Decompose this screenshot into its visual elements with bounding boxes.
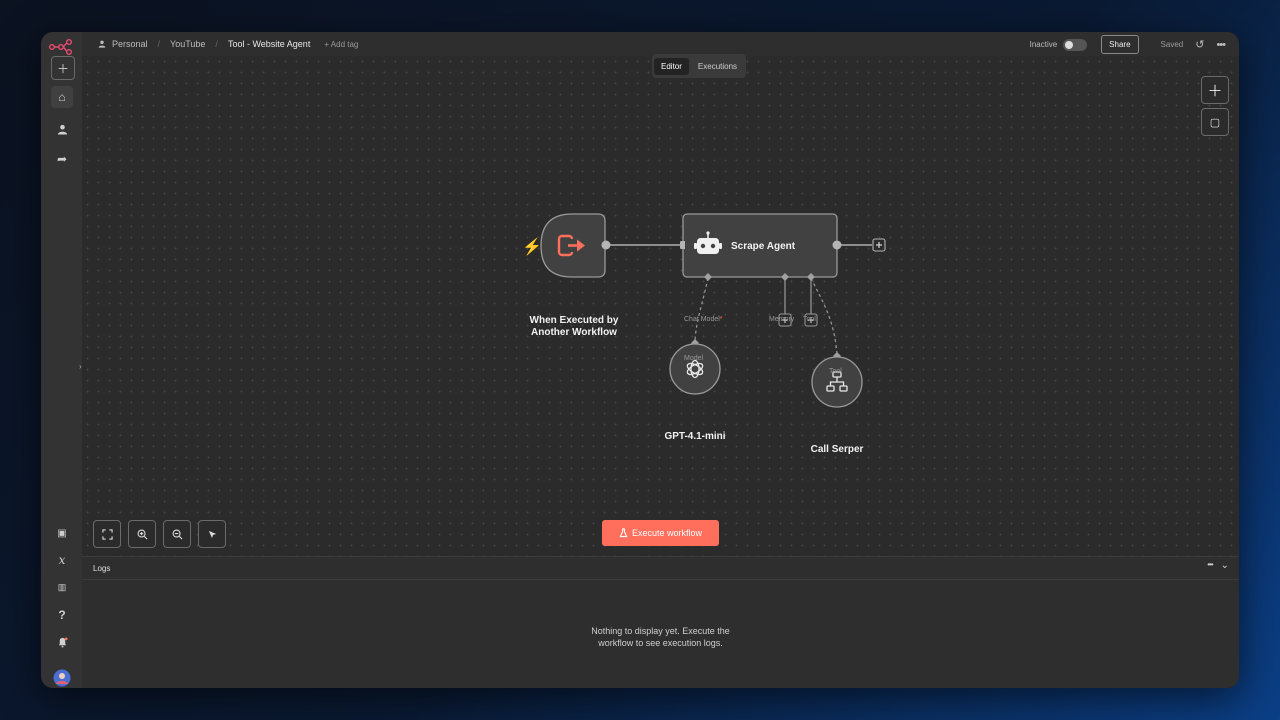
insights-icon[interactable]: ▥: [51, 576, 73, 598]
trigger-title-line2: Another Workflow: [531, 327, 617, 338]
flask-icon: [619, 528, 628, 538]
chat-model-port-label: Chat Model*: [684, 316, 723, 323]
add-tag-button[interactable]: + Add tag: [324, 40, 358, 49]
trigger-title-line1: When Executed by: [529, 315, 619, 326]
memory-port-label: Memory: [769, 316, 795, 323]
home-icon[interactable]: ⌂: [51, 86, 73, 108]
bell-icon[interactable]: [51, 631, 73, 653]
tool-node-title: Call Serper: [810, 444, 864, 455]
connection-model: [694, 277, 709, 342]
tool-node-port-label: Tool: [829, 368, 842, 375]
n8n-logo[interactable]: [49, 38, 73, 56]
more-options-icon[interactable]: •••: [1216, 39, 1226, 51]
logs-actions: ••• ⌄: [1207, 560, 1229, 571]
workflow-canvas[interactable]: Editor Executions ＋ ▢ ⚡ Scrape Agent Cha…: [82, 54, 1239, 556]
templates-icon[interactable]: ▣: [51, 522, 73, 544]
chevron-down-icon[interactable]: ⌄: [1221, 560, 1229, 571]
workflow-name[interactable]: Tool - Website Agent: [228, 39, 310, 49]
tool-port-label: Tool: [803, 316, 816, 323]
agent-title: Scrape Agent: [731, 241, 796, 252]
history-icon[interactable]: ↺: [1195, 38, 1204, 51]
share-icon[interactable]: ➦: [51, 148, 73, 170]
breadcrumb-separator: /: [157, 39, 161, 49]
breadcrumb-separator: /: [215, 39, 218, 49]
breadcrumb: Personal / YouTube / Tool - Website Agen…: [82, 39, 310, 49]
logs-empty-line2: workflow to see execution logs.: [598, 638, 723, 648]
avatar[interactable]: [51, 667, 73, 688]
app-window: ＋ ⌂ ➦ ▣ x ▥ ? › Personal / YouTube / Too…: [41, 32, 1239, 688]
breadcrumb-folder[interactable]: YouTube: [170, 39, 205, 49]
user-icon[interactable]: [51, 118, 73, 140]
trigger-output-port[interactable]: [601, 240, 611, 250]
trigger-bolt-icon: ⚡: [522, 237, 542, 256]
model-node-title: GPT-4.1-mini: [664, 431, 726, 442]
project-user-icon: [98, 40, 106, 48]
top-actions: Inactive Share Saved ↺ •••: [1029, 35, 1226, 54]
logs-empty-line1: Nothing to display yet. Execute the: [591, 626, 730, 636]
logs-more-icon[interactable]: •••: [1207, 560, 1213, 571]
active-toggle[interactable]: [1063, 38, 1088, 51]
logs-title: Logs: [93, 563, 111, 573]
agent-output-port[interactable]: [832, 240, 842, 250]
logs-header[interactable]: Logs: [82, 557, 1239, 580]
logs-empty-state: Nothing to display yet. Execute the work…: [82, 625, 1239, 649]
fit-view-icon[interactable]: [93, 520, 121, 548]
model-node[interactable]: [669, 343, 721, 395]
saved-label: Saved: [1160, 40, 1184, 49]
tidy-up-icon[interactable]: [198, 520, 226, 548]
execute-workflow-button[interactable]: Execute workflow: [602, 520, 719, 546]
trigger-node-title: When Executed by Another Workflow: [514, 315, 634, 339]
plus-icon[interactable]: ＋: [51, 56, 75, 80]
model-port-label: Model: [684, 355, 704, 362]
zoom-in-icon[interactable]: [128, 520, 156, 548]
workflow-graph: ⚡ Scrape Agent: [522, 213, 886, 408]
share-button[interactable]: Share: [1101, 35, 1139, 54]
agent-input-port[interactable]: [681, 241, 685, 249]
execute-workflow-label: Execute workflow: [631, 528, 703, 538]
zoom-out-icon[interactable]: [163, 520, 191, 548]
help-icon[interactable]: ?: [51, 604, 73, 626]
sidebar: ＋ ⌂ ➦ ▣ x ▥ ?: [41, 32, 83, 688]
breadcrumb-project[interactable]: Personal: [112, 39, 148, 49]
logs-panel: Logs ••• ⌄ Nothing to display yet. Execu…: [82, 556, 1239, 688]
variables-icon[interactable]: x: [51, 549, 73, 571]
active-status-label: Inactive: [1029, 40, 1058, 49]
